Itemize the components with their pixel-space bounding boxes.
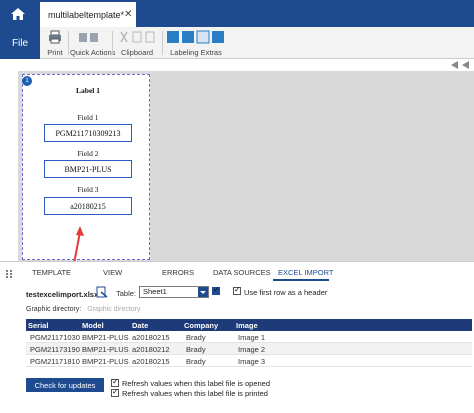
- grid-cell: Brady: [186, 333, 206, 342]
- check-for-updates-button[interactable]: Check for updates: [26, 378, 104, 392]
- column-header[interactable]: Serial: [28, 321, 48, 330]
- table-select[interactable]: Sheet1: [139, 286, 209, 298]
- collapse-left-icon[interactable]: [451, 61, 458, 69]
- grid-cell: Brady: [186, 357, 206, 366]
- grid-cell: a20180212: [132, 345, 170, 354]
- table-row[interactable]: PGM21173190 BMP21-PLUS a20180212 Brady I…: [26, 343, 472, 355]
- grid-cell: PGM21171030: [30, 333, 80, 342]
- refresh-on-open-checkbox[interactable]: [111, 377, 119, 387]
- grid-cell: Image 3: [238, 357, 266, 366]
- active-tab-indicator: [273, 279, 329, 281]
- ribbon-separator: [112, 31, 113, 55]
- grid-header: Serial Model Date Company Image: [26, 319, 472, 331]
- label-field-box[interactable]: a20180215: [44, 197, 132, 215]
- column-header[interactable]: Date: [132, 321, 148, 330]
- panel-grip-icon[interactable]: [6, 270, 14, 278]
- file-link-icon[interactable]: [96, 286, 108, 298]
- label-field-box[interactable]: BMP21-PLUS: [44, 160, 132, 178]
- document-tab-title: multilabeltemplate*: [48, 9, 125, 20]
- grid-cell: Image 2: [238, 345, 266, 354]
- grid-cell: Brady: [186, 345, 206, 354]
- grid-cell: BMP21-PLUS: [82, 357, 129, 366]
- graphic-directory-input[interactable]: Graphic directory: [87, 306, 140, 313]
- refresh-on-print-label: Refresh values when this label file is p…: [122, 389, 268, 398]
- chevron-down-icon: [198, 287, 208, 297]
- print-label: Print: [47, 48, 63, 57]
- refresh-on-open-label: Refresh values when this label file is o…: [122, 379, 271, 388]
- column-header[interactable]: Model: [82, 321, 104, 330]
- field-caption: Field 2: [77, 149, 99, 158]
- attach-checkbox[interactable]: [212, 285, 220, 295]
- grid-cell: PGM21173190: [30, 345, 80, 354]
- quick-actions-group[interactable]: Quick Actions: [70, 27, 116, 59]
- grid-cell: Image 1: [238, 333, 266, 342]
- table-row[interactable]: PGM21171810 BMP21-PLUS a20180215 Brady I…: [26, 355, 472, 367]
- grid-cell: a20180215: [132, 357, 170, 366]
- label-title: Label 1: [76, 86, 100, 95]
- first-row-header-label: Use first row as a header: [244, 288, 328, 297]
- quick-actions-icon: [79, 33, 98, 42]
- table-select-value: Sheet1: [143, 287, 167, 296]
- table-label: Table:: [116, 289, 137, 298]
- grid-cell: a20180215: [132, 333, 170, 342]
- home-icon: [11, 7, 25, 20]
- refresh-on-print-checkbox[interactable]: [111, 387, 119, 397]
- close-tab-icon[interactable]: ✕: [124, 9, 132, 20]
- printer-icon: [49, 30, 61, 44]
- grid-cell: BMP21-PLUS: [82, 333, 129, 342]
- print-button[interactable]: Print: [44, 27, 66, 59]
- file-button[interactable]: File: [0, 27, 40, 59]
- column-header[interactable]: Image: [236, 321, 258, 330]
- labeling-extras-icon: [167, 30, 224, 44]
- excel-data-grid: Serial Model Date Company Image PGM21171…: [26, 319, 472, 367]
- excel-file-name: testexcelimport.xlsx: [26, 290, 99, 299]
- tab-excel-import[interactable]: EXCEL IMPORT: [278, 268, 333, 277]
- labeling-extras-label: Labeling Extras: [170, 48, 222, 57]
- quick-actions-label: Quick Actions: [70, 48, 116, 57]
- clipboard-label: Clipboard: [120, 48, 154, 57]
- clipboard-group[interactable]: Clipboard: [114, 27, 160, 59]
- column-header[interactable]: Company: [184, 321, 218, 330]
- home-button[interactable]: [0, 0, 36, 27]
- grid-cell: PGM21171810: [30, 357, 80, 366]
- first-row-header-checkbox[interactable]: [233, 285, 241, 295]
- tab-template[interactable]: TEMPLATE: [32, 268, 71, 277]
- canvas-toolbar: [0, 59, 474, 71]
- canvas-left-gutter: [0, 71, 18, 261]
- page-number-badge: 1: [22, 76, 32, 86]
- ribbon-separator: [162, 31, 163, 55]
- graphic-directory-row: Graphic directory: Graphic directory: [26, 306, 141, 313]
- label-field-box[interactable]: PGM211710309213: [44, 124, 132, 142]
- labeling-extras-group[interactable]: Labeling Extras: [164, 27, 228, 59]
- clipboard-icon: [120, 31, 155, 43]
- field-caption: Field 3: [77, 185, 99, 194]
- grid-cell: BMP21-PLUS: [82, 345, 129, 354]
- table-row[interactable]: PGM21171030 BMP21-PLUS a20180215 Brady I…: [26, 331, 472, 343]
- collapse-left-icon[interactable]: [462, 61, 469, 69]
- ribbon-separator: [68, 31, 69, 55]
- tab-data-sources[interactable]: DATA SOURCES: [213, 268, 271, 277]
- field-caption: Field 1: [77, 113, 99, 122]
- graphic-directory-label: Graphic directory:: [26, 306, 82, 313]
- document-tab[interactable]: multilabeltemplate* ✕: [40, 2, 136, 27]
- tab-view[interactable]: VIEW: [103, 268, 122, 277]
- tab-errors[interactable]: ERRORS: [162, 268, 194, 277]
